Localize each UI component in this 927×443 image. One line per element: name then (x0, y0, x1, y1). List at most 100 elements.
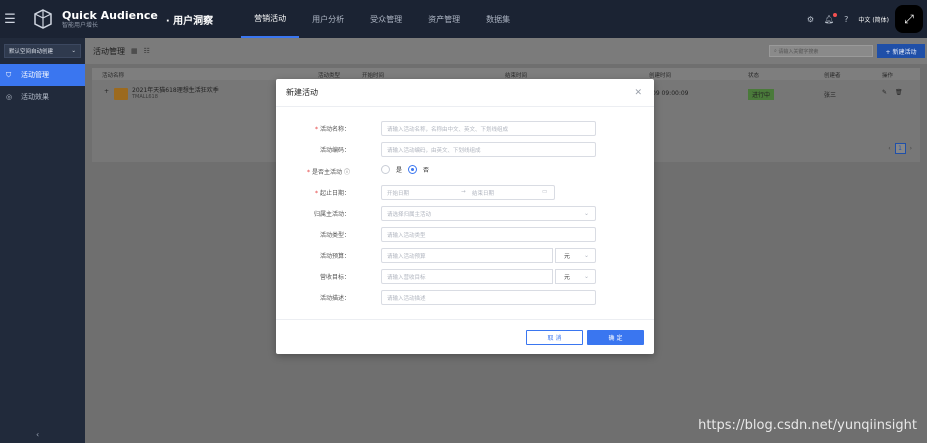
placeholder: 请输入活动类型 (387, 232, 426, 239)
folder-icon (114, 88, 128, 100)
language-selector[interactable]: 中文 (简体) (858, 15, 889, 24)
sidebar-item-activity-effect[interactable]: ◎ 活动效果 (0, 86, 85, 108)
field-label: * 活动名称： (314, 126, 350, 133)
unit-value: 元 (564, 253, 571, 260)
chevron-right-icon[interactable]: › (910, 145, 912, 152)
new-activity-dialog: 新建活动 ✕ * 活动名称： 请输入活动名称，名称由中文、英文、下划线组成 活动编… (276, 79, 654, 354)
field-label: 营收目标： (319, 274, 350, 281)
grid-icon[interactable]: ▦ (131, 47, 138, 55)
sidebar-item-label: 活动效果 (21, 93, 49, 101)
brand-subtitle: 智能用户增长 (62, 21, 99, 29)
activity-desc-input[interactable]: 请输入活动描述 (381, 290, 596, 305)
target-icon: ◎ (6, 93, 13, 101)
chevron-down-icon: ⌄ (583, 273, 589, 280)
start-date-placeholder: 开始日期 (387, 191, 410, 197)
activity-type-input[interactable]: 请输入活动类型 (381, 227, 596, 242)
chevron-left-icon[interactable]: ‹ (888, 145, 890, 152)
gear-icon[interactable]: ⚙ (807, 15, 814, 24)
list-icon[interactable]: ☷ (144, 47, 150, 55)
column-header: 活动类型 (318, 73, 341, 79)
logo-icon (32, 8, 54, 30)
placeholder: 请输入活动编码，由英文、下划线组成 (387, 147, 481, 154)
nav-item-marketing[interactable]: 营销活动 (241, 0, 300, 38)
brand-title: Quick Audience (62, 8, 158, 22)
form-row-target: 营收目标： 请输入营收目标 元 ⌄ (276, 269, 654, 285)
space-select-value: 默认空间自动创建 (9, 49, 54, 55)
help-icon[interactable]: ? (844, 15, 848, 24)
field-label: * 起止日期： (314, 190, 350, 197)
chevron-down-icon: ⌄ (583, 210, 589, 217)
form-row-parent: 归属主活动： 请选择归属主活动 ⌄ (276, 206, 654, 222)
nav-item-dataset[interactable]: 数据集 (473, 0, 523, 38)
page-number[interactable]: 1 (894, 143, 906, 154)
form-row-code: 活动编码： 请输入活动编码，由英文、下划线组成 (276, 142, 654, 158)
content-header: 活动管理 ▦ ☷ ⌕ 请输入关键字搜索 + 新建活动 (85, 38, 927, 64)
radio-no-label: 否 (423, 167, 430, 174)
activity-name-input[interactable]: 请输入活动名称，名称由中文、英文、下划线组成 (381, 121, 596, 136)
dialog-title: 新建活动 (286, 88, 318, 97)
budget-unit-select[interactable]: 元 ⌄ (555, 248, 596, 263)
nav-item-user-analysis[interactable]: 用户分析 (299, 0, 357, 38)
close-icon[interactable]: ✕ (634, 88, 642, 98)
revenue-target-input[interactable]: 请输入营收目标 (381, 269, 553, 284)
form-row-name: * 活动名称： 请输入活动名称，名称由中文、英文、下划线组成 (276, 121, 654, 137)
column-header: 操作 (882, 73, 894, 79)
unit-value: 元 (564, 274, 571, 281)
radio-yes-label: 是 (396, 167, 403, 174)
column-header: 开始时间 (362, 73, 385, 79)
notification-dot (833, 12, 838, 17)
date-range-picker[interactable]: 开始日期 → 结束日期 ▭ (381, 185, 555, 200)
search-input[interactable]: ⌕ 请输入关键字搜索 (769, 45, 873, 57)
end-date-placeholder: 结束日期 (472, 191, 495, 197)
form-row-type: 活动类型： 请输入活动类型 (276, 227, 654, 243)
calendar-icon: ▭ (542, 189, 548, 195)
edit-icon[interactable]: ✎ (882, 89, 887, 96)
sidebar: 默认空间自动创建 ⌄ ⛉ 活动管理 ◎ 活动效果 ‹ (0, 38, 85, 443)
fullscreen-icon[interactable]: ⤢ (895, 5, 923, 33)
watermark: https://blog.csdn.net/yunqiinsight (698, 418, 917, 433)
activity-name[interactable]: 2021年天猫618理想生活狂欢季 (132, 85, 219, 94)
bell-icon[interactable]: 🔔︎ (824, 12, 838, 24)
expand-icon[interactable]: + (104, 88, 109, 95)
radio-yes[interactable] (381, 165, 390, 174)
field-label: 活动编码： (319, 147, 350, 154)
activity-code-input[interactable]: 请输入活动编码，由英文、下划线组成 (381, 142, 596, 157)
top-navbar: ☰ Quick Audience 智能用户增长 · 用户洞察 营销活动 用户分析… (0, 0, 927, 38)
product-name: · 用户洞察 (165, 15, 214, 27)
trash-icon[interactable]: 🗑︎ (895, 89, 903, 96)
nav-item-assets[interactable]: 资产管理 (415, 0, 473, 38)
radio-no[interactable] (408, 165, 418, 174)
main-nav: 营销活动 用户分析 受众管理 资产管理 数据集 (241, 0, 523, 38)
dialog-header: 新建活动 ✕ (276, 79, 654, 107)
placeholder: 请输入活动描述 (387, 295, 426, 302)
space-select[interactable]: 默认空间自动创建 ⌄ (4, 44, 81, 58)
creator: 张三 (824, 92, 837, 99)
field-label: * 是否主活动 ⓘ (307, 169, 350, 176)
form-row-desc: 活动描述： 请输入活动描述 (276, 290, 654, 306)
column-header: 活动名称 (102, 73, 125, 79)
column-header: 状态 (748, 73, 760, 79)
chevron-down-icon: ⌄ (71, 48, 76, 54)
created-time: 09 09:00:09 (652, 90, 689, 97)
target-unit-select[interactable]: 元 ⌄ (555, 269, 596, 284)
top-right-tools: ⚙ 🔔︎ ? 中文 (简体) ⤢ (807, 0, 927, 38)
pagination: ‹ 1 › (888, 143, 912, 154)
budget-input[interactable]: 请输入活动预算 (381, 248, 553, 263)
confirm-button[interactable]: 确 定 (587, 330, 644, 345)
cancel-button[interactable]: 取 消 (526, 330, 583, 345)
field-label: 归属主活动： (313, 211, 350, 218)
column-header: 结束时间 (505, 73, 528, 79)
parent-activity-select[interactable]: 请选择归属主活动 ⌄ (381, 206, 596, 221)
field-label: 活动描述： (319, 295, 350, 302)
placeholder: 请输入活动名称，名称由中文、英文、下划线组成 (387, 126, 509, 133)
chevron-down-icon: ⌄ (583, 252, 589, 259)
menu-icon[interactable]: ☰ (0, 0, 20, 38)
placeholder: 请输入活动预算 (387, 253, 426, 260)
new-activity-button[interactable]: + 新建活动 (877, 44, 925, 58)
sidebar-item-activity-management[interactable]: ⛉ 活动管理 (0, 64, 85, 86)
collapse-icon[interactable]: ‹ (36, 430, 39, 439)
nav-item-audience[interactable]: 受众管理 (357, 0, 415, 38)
info-icon: ⓘ (343, 169, 350, 176)
field-label: 活动类型： (319, 232, 350, 239)
form-row-date: * 起止日期： 开始日期 → 结束日期 ▭ (276, 185, 654, 201)
